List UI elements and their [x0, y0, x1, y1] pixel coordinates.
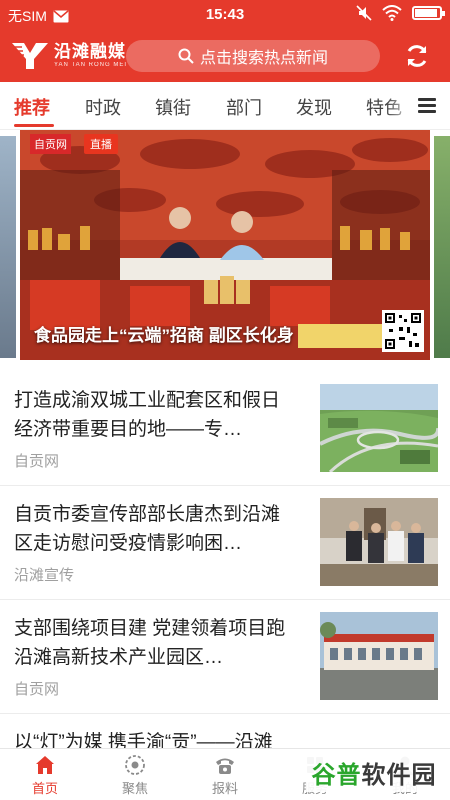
home-icon	[36, 756, 54, 774]
focus-icon	[125, 755, 145, 775]
nav-focus-label: 聚焦	[121, 781, 148, 796]
nav-home-label: 首页	[31, 781, 58, 796]
tab-recommend[interactable]: 推荐	[14, 94, 50, 120]
refresh-icon[interactable]	[404, 43, 430, 69]
news-item[interactable]: 打造成渝双城工业配套区和假日经济带重要目的地——专… 自贡网	[0, 374, 450, 486]
news-thumbnail	[320, 498, 438, 586]
mute-icon	[356, 5, 372, 21]
channel-menu-icon[interactable]	[418, 98, 436, 114]
nav-home[interactable]: 首页	[0, 753, 90, 797]
banner-slide[interactable]: 自贡网 直播 食品园走上“云端”招商 副区长化身	[20, 130, 430, 360]
news-source: 沿滩宣传	[14, 567, 75, 584]
search-input[interactable]: 点击搜索热点新闻	[126, 40, 380, 72]
status-bar: 无SIM 15:43	[0, 0, 450, 30]
tab-discover[interactable]: 发现	[296, 94, 332, 120]
status-right	[356, 5, 445, 21]
nav-focus[interactable]: 聚焦	[90, 753, 180, 797]
tab-politics[interactable]: 时政	[85, 94, 121, 120]
search-placeholder: 点击搜索热点新闻	[199, 50, 328, 67]
app-logo[interactable]: 沿滩融媒 YAN TAN RONG MEI	[10, 39, 127, 71]
news-thumbnail	[320, 384, 438, 472]
nav-report-label: 报料	[211, 781, 238, 796]
battery-icon	[412, 6, 445, 20]
site-badge: 自贡网	[30, 134, 71, 154]
app-header: 沿滩融媒 YAN TAN RONG MEI 点击搜索热点新闻	[0, 30, 450, 82]
banner-caption: 食品园走上“云端”招商 副区长化身	[34, 326, 294, 345]
next-slide-peek[interactable]	[434, 136, 450, 358]
watermark-logo: 谷普 软件园	[306, 752, 442, 792]
category-tabs: 推荐 时政 镇街 部门 发现 特色	[0, 82, 450, 130]
news-item[interactable]: 支部围绕项目建 党建领着项目跑 沿滩高新技术产业园区… 自贡网	[0, 602, 450, 714]
watermark-part2: 软件园	[361, 761, 437, 789]
active-tab-indicator	[14, 124, 54, 127]
news-title: 支部围绕项目建 党建领着项目跑 沿滩高新技术产业园区…	[14, 618, 286, 668]
logo-subtitle: YAN TAN RONG MEI	[54, 61, 128, 68]
tabs-fade	[386, 82, 416, 129]
phone-icon	[216, 758, 234, 774]
qr-code-icon	[382, 310, 424, 352]
wifi-icon	[382, 5, 402, 21]
tab-departments[interactable]: 部门	[226, 94, 262, 120]
nav-report[interactable]: 报料	[180, 753, 270, 797]
search-icon	[178, 48, 194, 64]
news-source: 自贡网	[14, 453, 60, 470]
banner-carousel: 自贡网 直播 食品园走上“云端”招商 副区长化身	[0, 130, 450, 364]
news-title: 打造成渝双城工业配套区和假日经济带重要目的地——专…	[14, 390, 281, 440]
live-badge: 直播	[84, 134, 118, 154]
news-title: 自贡市委宣传部部长唐杰到沿滩区走访慰问受疫情影响困…	[14, 504, 281, 554]
news-thumbnail	[320, 612, 438, 700]
battery-level	[415, 9, 437, 17]
tab-towns[interactable]: 镇街	[155, 94, 191, 120]
prev-slide-peek[interactable]	[0, 136, 16, 358]
logo-name: 沿滩融媒	[54, 41, 126, 61]
news-item[interactable]: 自贡市委宣传部部长唐杰到沿滩区走访慰问受疫情影响困… 沿滩宣传	[0, 488, 450, 600]
watermark-part1: 谷普	[311, 761, 362, 789]
logo-mark-icon	[12, 43, 48, 69]
news-source: 自贡网	[14, 681, 60, 698]
